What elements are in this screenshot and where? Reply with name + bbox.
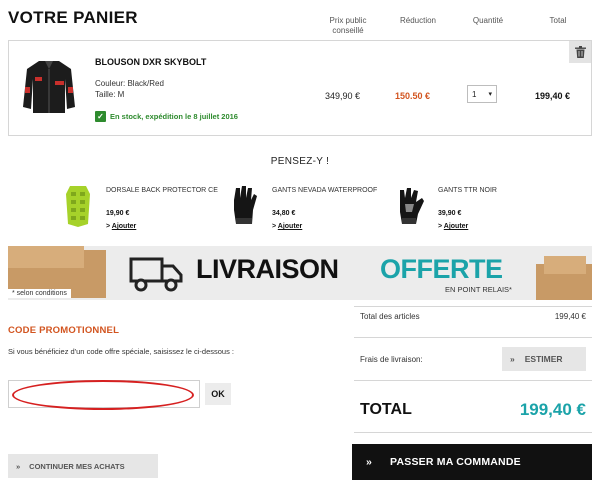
add-suggestion-button[interactable]: > Ajouter <box>438 223 468 230</box>
column-header-quantity: Quantité <box>472 16 504 25</box>
suggestion-name[interactable]: GANTS TTR NOIR <box>438 186 558 195</box>
divider <box>354 337 592 338</box>
stock-text: En stock, expédition le 8 juillet 2016 <box>110 112 238 121</box>
glove-image[interactable] <box>392 184 428 228</box>
product-size: Taille: M <box>95 90 125 99</box>
stock-status: ✓ En stock, expédition le 8 juillet 2016 <box>95 111 238 122</box>
double-chevron-right-icon: » <box>16 461 21 471</box>
column-header-reduction: Réduction <box>399 16 437 25</box>
total-label: TOTAL <box>360 401 412 418</box>
product-reduction: 150.50 € <box>395 91 431 101</box>
add-suggestion-button[interactable]: > Ajouter <box>272 223 302 230</box>
cardboard-box-decoration <box>8 246 84 268</box>
delete-item-button[interactable] <box>569 41 591 63</box>
suggestion-price: 34,80 € <box>272 210 296 217</box>
suggestion-price: 39,90 € <box>438 210 462 217</box>
trash-icon <box>574 46 586 58</box>
product-image-jacket[interactable] <box>21 55 77 115</box>
product-total: 199,40 € <box>535 91 571 101</box>
order-label: PASSER MA COMMANDE <box>390 456 521 468</box>
add-label: Ajouter <box>443 223 469 230</box>
suggestion-item: GANTS TTR NOIR 39,90 € > Ajouter <box>392 182 562 232</box>
subtotal-label: Total des articles <box>360 312 420 321</box>
column-header-price: Prix public conseillé <box>329 16 367 35</box>
quantity-value: 1 <box>472 89 477 99</box>
double-chevron-right-icon: » <box>366 456 373 468</box>
place-order-button[interactable]: » PASSER MA COMMANDE <box>352 444 592 480</box>
page-title: VOTRE PANIER <box>8 8 138 27</box>
cart-item-row: BLOUSON DXR SKYBOLT Couleur: Black/Red T… <box>8 40 592 136</box>
cardboard-box-decoration <box>544 256 586 274</box>
add-label: Ajouter <box>277 223 303 230</box>
product-color: Couleur: Black/Red <box>95 79 164 88</box>
chevron-down-icon: ▾ <box>488 91 492 98</box>
suggestion-price: 19,90 € <box>106 210 130 217</box>
suggestions-heading: PENSEZ-Y ! <box>270 156 330 167</box>
promo-title: CODE PROMOTIONNEL <box>8 325 120 336</box>
product-price: 349,90 € <box>325 91 361 101</box>
divider <box>354 306 592 307</box>
suggestion-name[interactable]: GANTS NEVADA WATERPROOF <box>272 186 392 195</box>
divider <box>354 380 592 381</box>
banner-title-accent: OFFERTE <box>380 254 503 284</box>
divider <box>354 432 592 433</box>
column-header-total: Total <box>549 16 567 25</box>
suggestion-item: GANTS NEVADA WATERPROOF 34,80 € > Ajoute… <box>226 182 396 232</box>
continue-shopping-button[interactable]: » CONTINUER MES ACHATS <box>8 454 158 478</box>
banner-title: LIVRAISON <box>196 254 339 284</box>
subtotal-value: 199,40 € <box>554 312 586 321</box>
double-chevron-right-icon: » <box>510 354 515 364</box>
glove-image[interactable] <box>226 184 262 228</box>
suggestion-name[interactable]: DORSALE BACK PROTECTOR CE <box>106 186 226 195</box>
banner-subtitle: EN POINT RELAIS* <box>445 285 512 294</box>
estimate-label: ESTIMER <box>524 354 563 364</box>
add-label: Ajouter <box>111 223 137 230</box>
promo-ok-button[interactable]: OK <box>205 383 231 405</box>
suggestion-item: DORSALE BACK PROTECTOR CE 19,90 € > Ajou… <box>60 182 230 232</box>
highlight-circle <box>12 380 194 410</box>
estimate-shipping-button[interactable]: » ESTIMER <box>502 347 586 371</box>
check-icon: ✓ <box>95 111 106 122</box>
total-value: 199,40 € <box>519 400 586 419</box>
back-protector-image[interactable] <box>60 184 96 228</box>
shipping-label: Frais de livraison: <box>360 355 423 364</box>
banner-footnote: * selon conditions <box>8 289 71 298</box>
truck-icon <box>129 257 183 292</box>
free-delivery-banner[interactable]: LIVRAISON OFFERTE EN POINT RELAIS* * sel… <box>8 246 592 300</box>
product-name[interactable]: BLOUSON DXR SKYBOLT <box>95 57 206 67</box>
quantity-select[interactable]: 1 ▾ <box>467 85 497 103</box>
continue-label: CONTINUER MES ACHATS <box>29 461 125 471</box>
promo-description: Si vous bénéficiez d'un code offre spéci… <box>8 347 234 356</box>
add-suggestion-button[interactable]: > Ajouter <box>106 223 136 230</box>
